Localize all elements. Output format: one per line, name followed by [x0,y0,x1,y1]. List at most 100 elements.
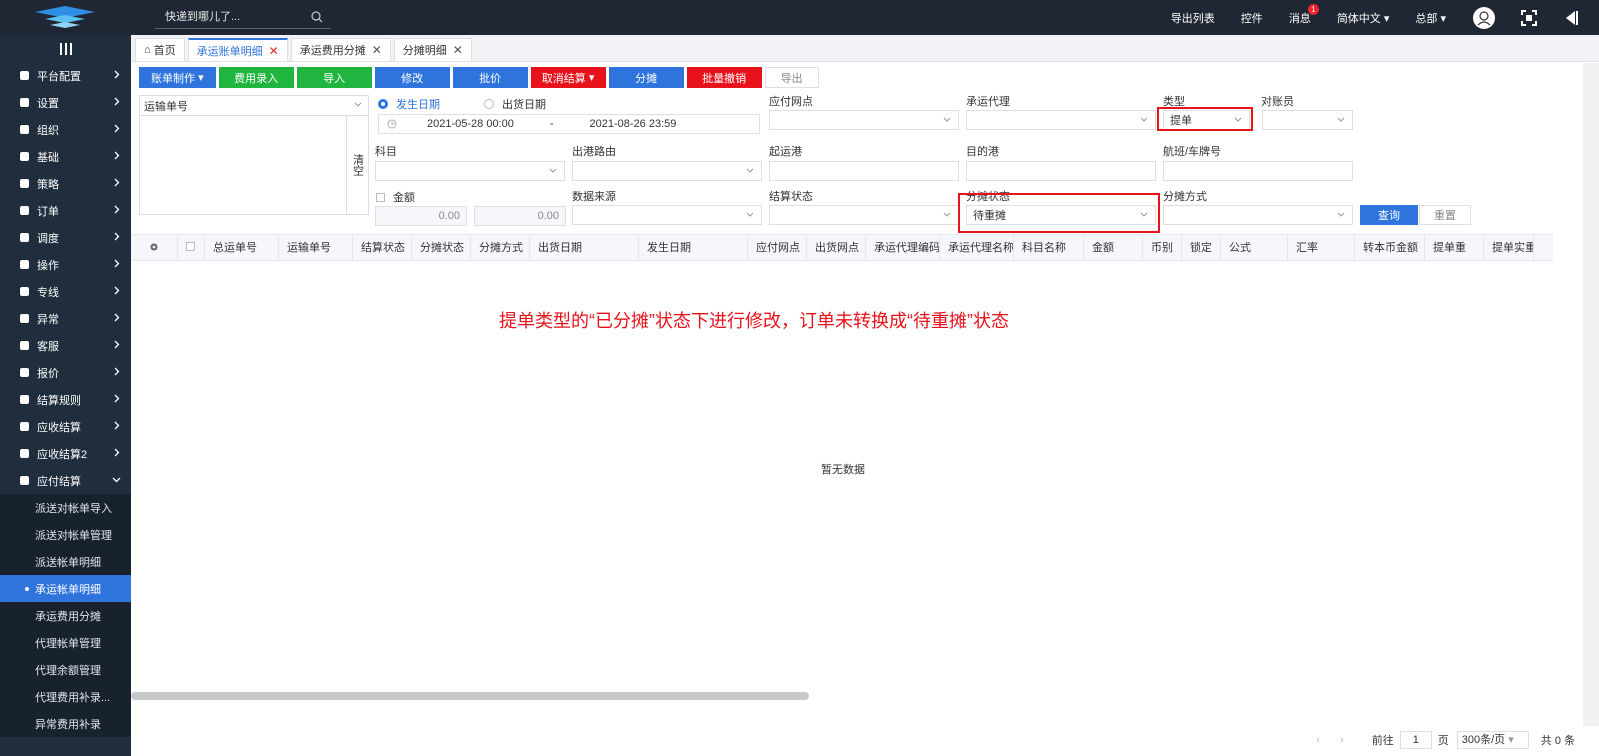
sidebar-item[interactable]: 设置 [0,89,131,116]
language-dropdown[interactable]: 简体中文 ▾ [1337,10,1390,26]
import-button[interactable]: 导入 [296,67,372,88]
column-header[interactable]: 汇率 [1288,235,1355,261]
export-button[interactable]: 导出 [764,67,819,88]
sidebar-subitem[interactable]: 派送对帐单导入 [0,494,131,521]
vertical-scrollbar[interactable] [1583,63,1599,726]
column-header[interactable]: 承运代理编码 [866,235,940,261]
controls-link[interactable]: 控件 [1241,10,1263,26]
sidebar-subitem[interactable]: 派送帐单明细 [0,548,131,575]
sidebar-item[interactable]: 报价 [0,359,131,386]
messages-link[interactable]: 消息 1 [1289,3,1319,26]
origin-port-input[interactable] [769,161,959,181]
cancel-settle-button[interactable]: 取消结算 ▾ [530,67,606,88]
date-start[interactable]: 2021-05-28 00:00 [427,118,514,130]
column-header[interactable]: 发生日期 [639,235,748,261]
next-page-icon[interactable]: › [1340,734,1344,746]
close-icon[interactable]: ✕ [453,43,463,57]
sidebar-item[interactable]: 应付结算 [0,467,131,494]
column-header[interactable]: 科目名称 [1014,235,1084,261]
payable-point-select[interactable] [769,110,959,130]
column-header[interactable]: 总运单号 [205,235,279,261]
billing-button[interactable]: 账单制作 ▾ [139,67,216,88]
export-list-link[interactable]: 导出列表 [1171,10,1215,26]
sidebar-item[interactable]: 组织 [0,116,131,143]
sidebar-subitem[interactable]: 承运帐单明细 [0,575,131,602]
sidebar-toggle[interactable] [0,35,131,62]
tab-home[interactable]: ⌂ 首页 [135,38,185,61]
allocate-button[interactable]: 分摊 [608,67,684,88]
column-header[interactable]: 承运代理名称 [940,235,1014,261]
close-icon[interactable]: ✕ [372,43,382,57]
column-header[interactable]: 出货日期 [530,235,639,261]
tracking-no-type-select[interactable]: 运输单号 [140,96,368,116]
sidebar-subitem[interactable]: 派送对帐单管理 [0,521,131,548]
flight-plate-input[interactable] [1163,161,1353,181]
sidebar-item[interactable]: 调度 [0,224,131,251]
tab-allocation-detail[interactable]: 分摊明细 ✕ [393,38,472,61]
sidebar-subitem[interactable]: 承运费用分摊 [0,602,131,629]
column-header[interactable]: 结算状态 [353,235,412,261]
close-icon[interactable]: ✕ [269,44,279,58]
column-header[interactable]: 分摊方式 [471,235,530,261]
sidebar-item[interactable]: 平台配置 [0,62,131,89]
tab-carrier-bill-detail[interactable]: 承运账单明细 ✕ [187,38,288,61]
column-header[interactable]: 锁定 [1182,235,1221,261]
query-button[interactable]: 查询 [1360,205,1418,225]
sidebar-item[interactable]: 应收结算2 [0,440,131,467]
carrier-agent-select[interactable] [966,110,1156,130]
select-all-checkbox[interactable] [186,242,195,251]
data-source-select[interactable] [572,205,762,225]
sidebar-item[interactable]: 结算规则 [0,386,131,413]
sidebar-item[interactable]: 订单 [0,197,131,224]
subject-select[interactable] [375,161,565,181]
reconciler-select[interactable] [1262,110,1353,130]
sidebar-item[interactable]: 应收结算 [0,413,131,440]
column-header[interactable]: 提单重 [1425,235,1484,261]
column-header[interactable]: 运输单号 [279,235,353,261]
prev-page-icon[interactable]: ‹ [1316,734,1320,746]
date-range-picker[interactable]: 2021-05-28 00:00 - 2021-08-26 23:59 [378,114,760,134]
sidebar-subitem[interactable]: 代理余额管理 [0,656,131,683]
clear-button[interactable]: 清空 [346,116,368,214]
column-header[interactable]: 转本币金额 [1355,235,1425,261]
global-search[interactable] [155,6,331,29]
modify-button[interactable]: 修改 [374,67,450,88]
amount-min-input[interactable]: 0.00 [375,206,467,226]
search-icon[interactable] [311,11,323,23]
batch-revoke-button[interactable]: 批量撤销 [686,67,762,88]
sidebar-item[interactable]: 策略 [0,170,131,197]
tab-carrier-fee-allocation[interactable]: 承运费用分摊 ✕ [290,38,391,61]
sidebar-item[interactable]: 基础 [0,143,131,170]
amount-checkbox[interactable]: 金额 [376,189,415,205]
search-input[interactable] [155,6,305,28]
sidebar-item[interactable]: 操作 [0,251,131,278]
collapse-panel-icon[interactable] [1565,10,1579,26]
alloc-method-select[interactable] [1163,205,1353,225]
column-header[interactable]: 应付网点 [748,235,807,261]
column-header[interactable]: 公式 [1221,235,1288,261]
date-end[interactable]: 2021-08-26 23:59 [590,118,677,130]
fee-entry-button[interactable]: 费用录入 [218,67,294,88]
sidebar-subitem[interactable]: 代理费用补录... [0,683,131,710]
radio-date-ship[interactable]: 出货日期 [484,96,546,112]
settle-status-select[interactable] [769,205,959,225]
branch-dropdown[interactable]: 总部 ▾ [1415,10,1446,26]
page-size-select[interactable]: 300条/页 ▾ [1456,730,1529,749]
avatar[interactable] [1473,6,1495,29]
column-header[interactable]: 提单实重 [1484,235,1534,261]
column-header[interactable]: 出货网点 [807,235,866,261]
dest-port-input[interactable] [966,161,1156,181]
sidebar-item[interactable]: 异常 [0,305,131,332]
sidebar-item[interactable]: 客服 [0,332,131,359]
sidebar-subitem[interactable]: 代理帐单管理 [0,629,131,656]
horizontal-scrollbar[interactable] [131,692,809,700]
column-header[interactable]: 金额 [1084,235,1143,261]
column-header[interactable]: 币别 [1143,235,1182,261]
sidebar-subitem[interactable]: 异常费用补录 [0,710,131,737]
column-settings[interactable] [131,235,178,261]
tracking-no-search[interactable]: 运输单号 清空 [139,95,369,215]
column-header[interactable]: 分摊状态 [412,235,471,261]
fullscreen-icon[interactable] [1521,9,1537,26]
reset-button[interactable]: 重置 [1419,205,1471,225]
radio-date-occur[interactable]: 发生日期 [378,96,440,112]
